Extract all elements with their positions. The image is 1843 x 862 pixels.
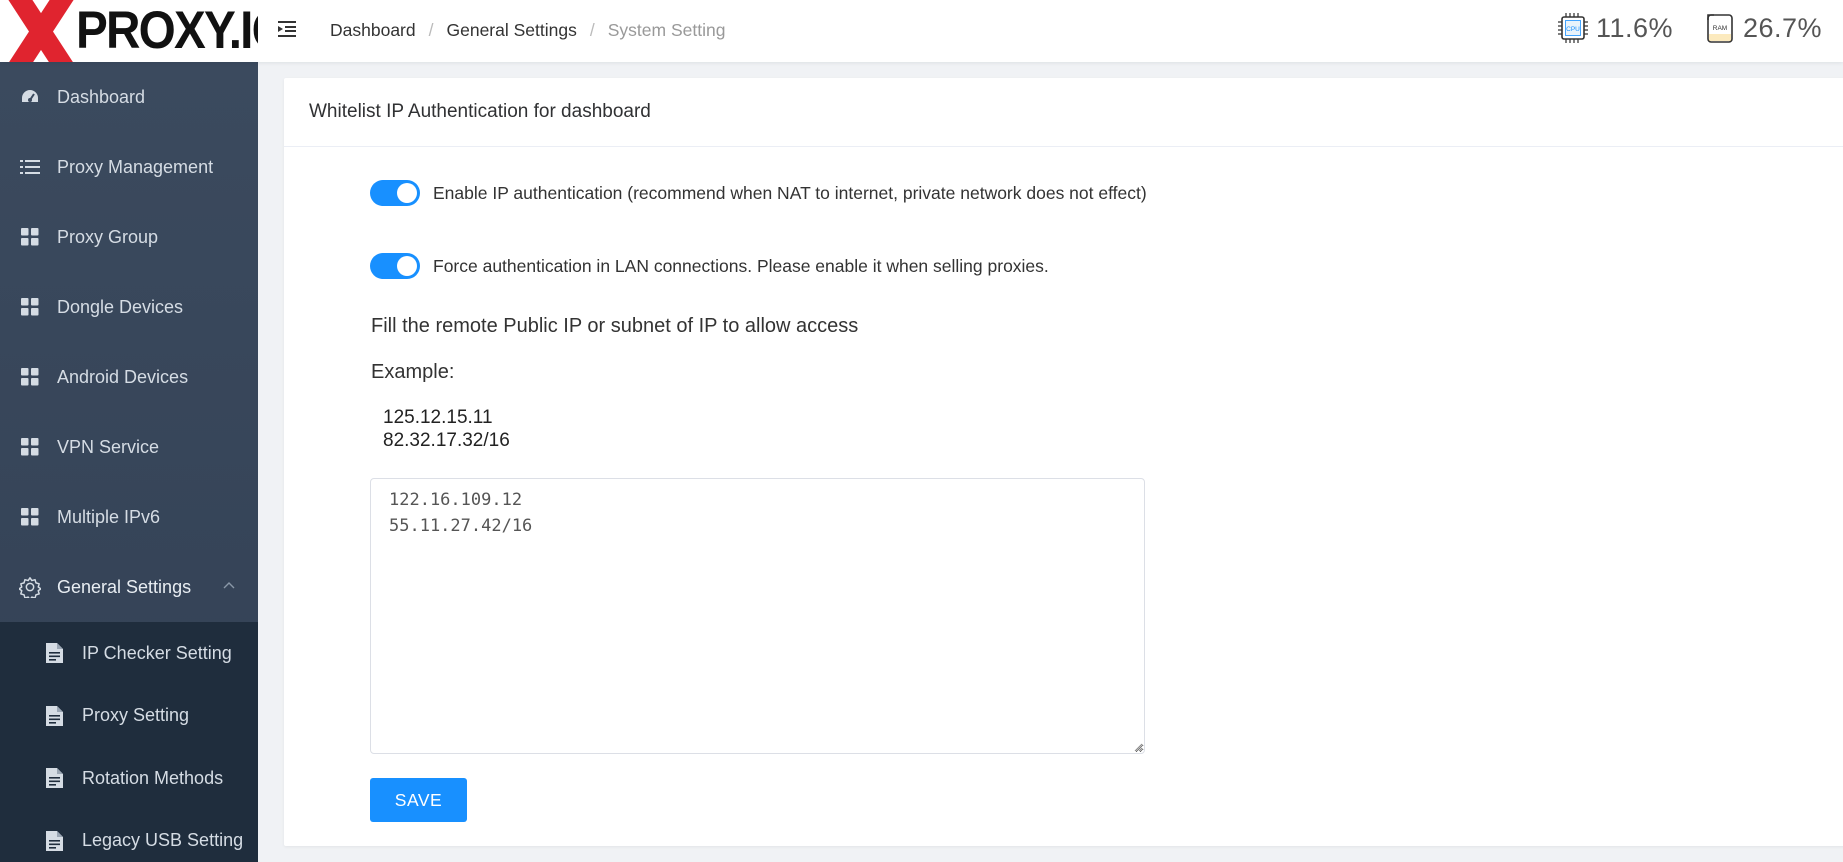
document-icon <box>44 642 64 664</box>
force-lan-auth-row: Force authentication in LAN connections.… <box>370 253 1049 279</box>
breadcrumb-general-settings[interactable]: General Settings <box>447 18 577 42</box>
sidebar-subitem-legacy-usb-setting[interactable]: Legacy USB Setting <box>0 810 258 862</box>
sidebar-subitem-rotation-methods[interactable]: Rotation Methods <box>0 747 258 810</box>
general-settings-submenu: IP Checker Setting Proxy Setting Rotatio… <box>0 622 258 862</box>
sidebar-item-label: Proxy Management <box>57 156 214 177</box>
card-header: Whitelist IP Authentication for dashboar… <box>284 78 1843 147</box>
cpu-chip-label: CPU <box>1566 26 1580 33</box>
example-line: 82.32.17.32/16 <box>383 430 510 451</box>
gear-icon <box>18 577 42 598</box>
sidebar-item-label: Proxy Group <box>57 226 159 247</box>
force-lan-auth-label: Force authentication in LAN connections.… <box>433 255 1049 276</box>
breadcrumb-separator: / <box>589 20 595 40</box>
document-icon <box>44 767 64 789</box>
brand-logo[interactable]: PROXY.IO <box>0 0 258 62</box>
breadcrumb-separator: / <box>428 20 434 40</box>
grid-icon <box>18 437 42 457</box>
sidebar-item-dashboard[interactable]: Dashboard <box>0 62 258 132</box>
sidebar-item-label: VPN Service <box>57 436 160 457</box>
sidebar-subitem-label: IP Checker Setting <box>82 642 232 663</box>
list-icon <box>18 157 42 177</box>
example-list: 125.12.15.11 82.32.17.32/16 <box>383 406 510 452</box>
sidebar-item-label: General Settings <box>57 576 192 597</box>
whitelist-card: Whitelist IP Authentication for dashboar… <box>284 78 1843 846</box>
whitelist-ip-textarea[interactable] <box>370 478 1145 754</box>
sidebar-item-label: Android Devices <box>57 366 189 387</box>
ram-usage-value: 26.7% <box>1743 12 1823 43</box>
sidebar-item-proxy-group[interactable]: Proxy Group <box>0 202 258 272</box>
ip-auth-toggle[interactable] <box>370 180 420 206</box>
sidebar-item-proxy-management[interactable]: Proxy Management <box>0 132 258 202</box>
toggle-knob <box>397 183 417 203</box>
grid-icon <box>18 507 42 527</box>
sidebar-subitem-label: Rotation Methods <box>82 767 224 788</box>
sidebar-item-label: Dongle Devices <box>57 296 184 317</box>
document-icon <box>44 830 64 852</box>
breadcrumb: Dashboard / General Settings / System Se… <box>330 18 725 42</box>
ram-chip-label: RAM <box>1713 25 1727 32</box>
whitelist-instruction: Fill the remote Public IP or subnet of I… <box>371 315 859 337</box>
toggle-knob <box>397 256 417 276</box>
grid-icon <box>18 297 42 317</box>
brand-name: PROXY.IO <box>76 1 258 60</box>
sidebar-subitem-label: Proxy Setting <box>82 705 190 726</box>
sidebar-item-android-devices[interactable]: Android Devices <box>0 342 258 412</box>
document-icon <box>44 705 64 727</box>
ip-auth-label: Enable IP authentication (recommend when… <box>433 182 1147 203</box>
grid-icon <box>18 227 42 247</box>
sidebar-item-label: Dashboard <box>57 86 146 107</box>
example-label: Example: <box>371 361 455 383</box>
ram-usage: RAM 26.7% <box>1705 10 1822 46</box>
save-button[interactable]: SAVE <box>370 778 467 822</box>
sidebar-item-general-settings[interactable]: General Settings <box>0 552 258 622</box>
ip-auth-row: Enable IP authentication (recommend when… <box>370 180 1147 206</box>
card-title: Whitelist IP Authentication for dashboar… <box>309 101 651 122</box>
grid-icon <box>18 367 42 387</box>
sidebar-subitem-label: Legacy USB Setting <box>82 830 244 851</box>
logo-x-mark-icon <box>8 0 74 62</box>
sidebar-subitem-ip-checker-setting[interactable]: IP Checker Setting <box>0 622 258 685</box>
sidebar-subitem-proxy-setting[interactable]: Proxy Setting <box>0 685 258 748</box>
chevron-up-icon <box>223 582 235 589</box>
breadcrumb-dashboard[interactable]: Dashboard <box>330 18 416 42</box>
ram-chip-icon: RAM <box>1707 14 1733 43</box>
sidebar: Dashboard Proxy Management Proxy Group D… <box>0 62 258 862</box>
breadcrumb-system-setting: System Setting <box>607 20 726 40</box>
sidebar-item-label: Multiple IPv6 <box>57 506 161 527</box>
cpu-usage-value: 11.6% <box>1596 12 1674 43</box>
sidebar-item-vpn-service[interactable]: VPN Service <box>0 412 258 482</box>
menu-fold-icon[interactable] <box>276 17 300 41</box>
force-lan-auth-toggle[interactable] <box>370 253 420 279</box>
sidebar-item-multiple-ipv6[interactable]: Multiple IPv6 <box>0 482 258 552</box>
cpu-usage: CPU 11.6% <box>1558 10 1673 46</box>
cpu-chip-icon: CPU <box>1558 13 1588 43</box>
dashboard-gauge-icon <box>18 87 42 107</box>
top-header: PROXY.IO Dashboard / General Settings / … <box>0 0 1843 62</box>
example-line: 125.12.15.11 <box>383 407 493 428</box>
sidebar-item-dongle-devices[interactable]: Dongle Devices <box>0 272 258 342</box>
